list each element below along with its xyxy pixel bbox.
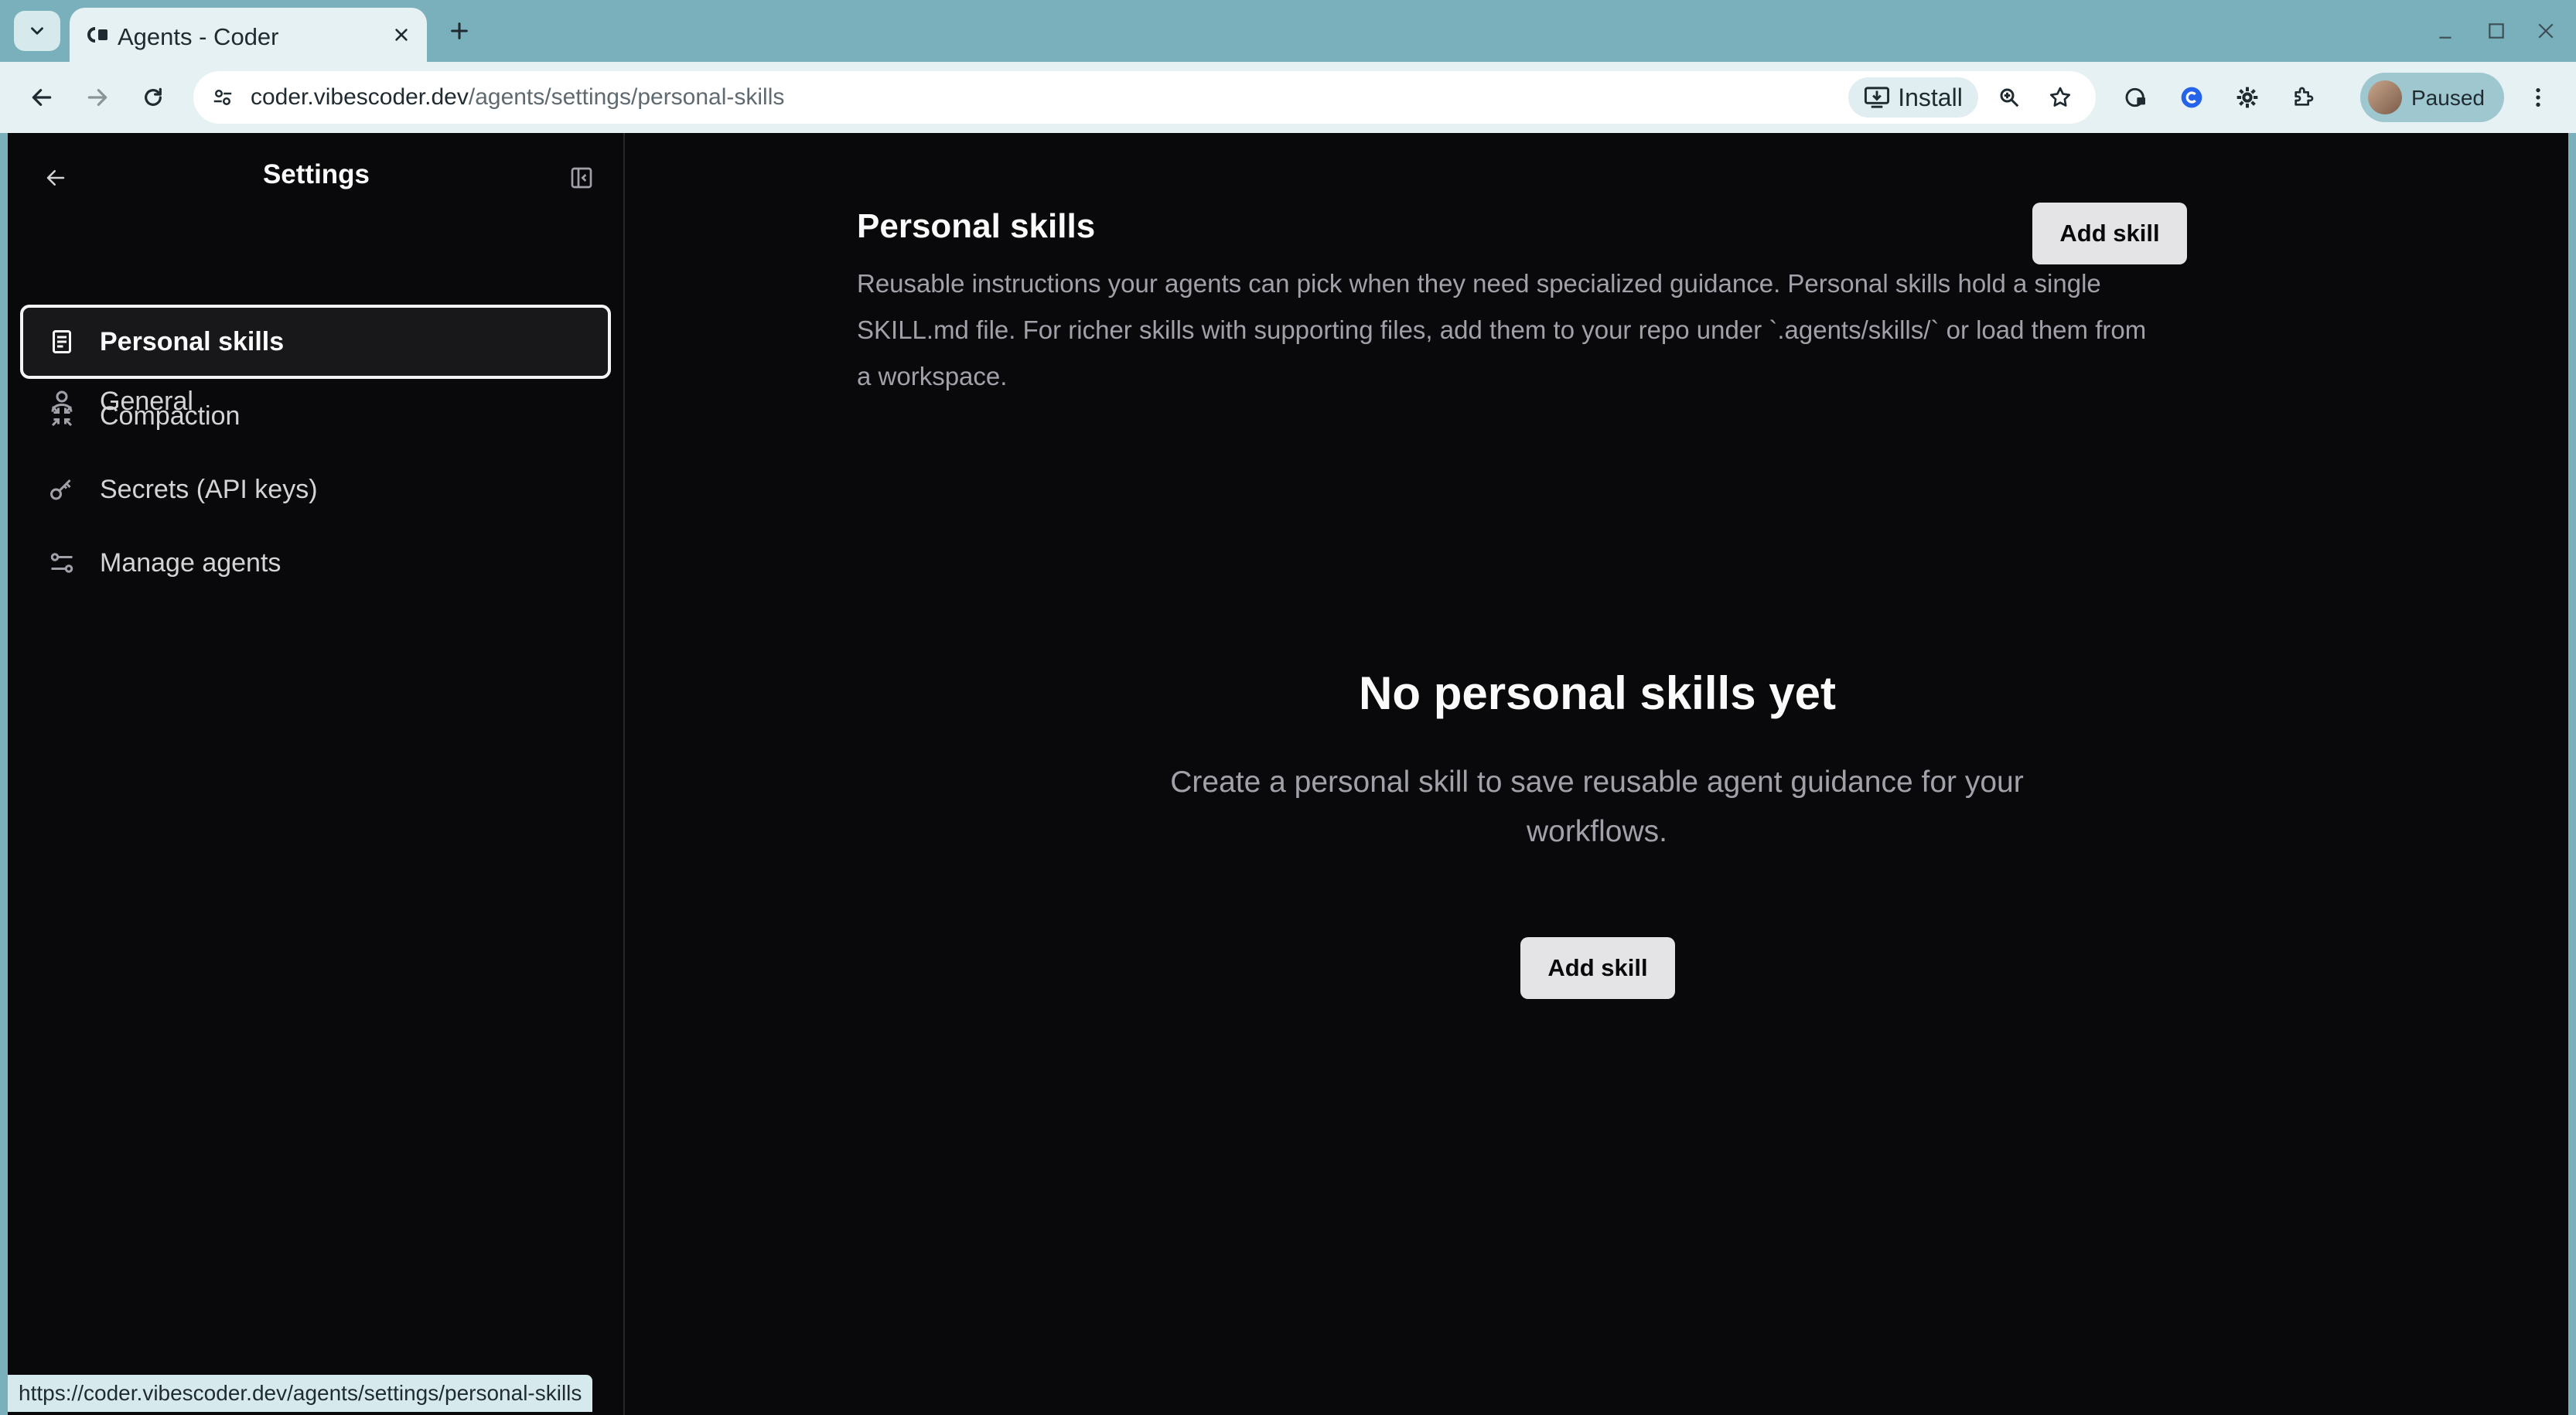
zoom-button[interactable]	[1991, 79, 2028, 116]
extension-password-button[interactable]	[2117, 79, 2155, 116]
close-icon	[2538, 23, 2554, 39]
sidebar-item-manage-agents[interactable]: Manage agents	[20, 526, 611, 600]
sidebar-item-label: Secrets (API keys)	[100, 474, 318, 504]
gear-icon	[2237, 87, 2258, 108]
star-icon	[2049, 87, 2071, 107]
extension-copilot-button[interactable]	[2173, 79, 2210, 116]
add-skill-button[interactable]: Add skill	[2032, 203, 2187, 264]
sidebar-item-compaction[interactable]: Compaction	[20, 379, 611, 453]
minimize-button[interactable]	[2430, 15, 2461, 46]
forward-button[interactable]	[79, 79, 116, 116]
browser-toolbar: coder.vibescoder.dev/agents/settings/per…	[0, 62, 2576, 133]
back-button[interactable]	[23, 79, 60, 116]
install-label: Install	[1898, 83, 1963, 111]
profile-status: Paused	[2411, 86, 2485, 110]
bookmark-button[interactable]	[2042, 79, 2079, 116]
browser-tab[interactable]: Agents - Coder	[70, 8, 427, 62]
profile-button[interactable]: Paused	[2360, 73, 2504, 122]
main-content: Personal skills Reusable instructions yo…	[626, 133, 2568, 1415]
settings-sidebar: Settings General Personal skills Compact…	[8, 133, 625, 1415]
sidebar-title: Settings	[262, 159, 370, 189]
compress-icon	[46, 401, 77, 431]
more-vertical-icon	[2536, 88, 2540, 107]
sidebar-item-label: Personal skills	[100, 326, 285, 356]
plus-icon	[451, 22, 468, 39]
close-window-button[interactable]	[2530, 15, 2561, 46]
url-text[interactable]: coder.vibescoder.dev/agents/settings/per…	[251, 84, 784, 111]
document-icon	[46, 326, 77, 357]
address-bar[interactable]: coder.vibescoder.dev/agents/settings/per…	[193, 71, 2096, 124]
sidebar-item-personal-skills[interactable]: Personal skills	[20, 305, 611, 379]
puzzle-icon	[2295, 87, 2314, 106]
tab-search-button[interactable]	[14, 11, 60, 51]
extensions-button[interactable]	[2284, 79, 2322, 116]
browser-window: Agents - Coder coder.vibescoder.dev/agen…	[0, 0, 2576, 1415]
extension-settings-button[interactable]	[2229, 79, 2266, 116]
sidebar-item-label: Compaction	[100, 401, 241, 431]
coder-logo-icon	[87, 27, 107, 43]
maximize-icon	[2489, 23, 2504, 39]
tab-title: Agents - Coder	[118, 23, 279, 50]
empty-state-description: Create a personal skill to save reusable…	[1170, 765, 2024, 848]
close-icon	[395, 29, 408, 41]
site-info-button[interactable]	[204, 79, 241, 116]
sidebar-item-label: Manage agents	[100, 547, 281, 578]
tab-close-button[interactable]	[388, 22, 415, 48]
new-tab-button[interactable]	[442, 14, 476, 48]
empty-state-title: No personal skills yet	[1359, 667, 1836, 719]
tune-icon	[213, 90, 232, 105]
url-path: /agents/settings/personal-skills	[468, 84, 785, 110]
install-icon	[1865, 87, 1890, 108]
url-host: coder.vibescoder.dev	[251, 84, 469, 110]
install-app-button[interactable]: Install	[1848, 77, 1978, 118]
page-description: Reusable instructions your agents can pi…	[857, 269, 2147, 390]
tab-bar: Agents - Coder	[0, 0, 2576, 62]
arrow-left-icon	[32, 89, 52, 106]
page-title: Personal skills	[857, 207, 1096, 245]
browser-menu-button[interactable]	[2520, 79, 2557, 116]
app-viewport: Settings General Personal skills Compact…	[8, 133, 2568, 1415]
maximize-button[interactable]	[2481, 15, 2512, 46]
sidebar-item-secrets[interactable]: Secrets (API keys)	[20, 452, 611, 527]
avatar	[2368, 80, 2402, 114]
panel-collapse-icon	[571, 167, 592, 189]
reload-button[interactable]	[135, 79, 172, 116]
chevron-down-icon	[31, 27, 43, 35]
empty-add-skill-button[interactable]: Add skill	[1520, 937, 1675, 999]
password-manager-icon	[2125, 87, 2145, 107]
key-icon	[46, 474, 77, 505]
sliders-icon	[46, 547, 77, 578]
copilot-icon	[2181, 87, 2202, 108]
zoom-icon	[2000, 88, 2019, 107]
sidebar-collapse-button[interactable]	[563, 159, 600, 196]
minimize-icon	[2439, 36, 2451, 39]
reload-icon	[145, 87, 162, 106]
arrow-right-icon	[87, 89, 107, 106]
link-status-bubble: https://coder.vibescoder.dev/agents/sett…	[8, 1375, 593, 1412]
